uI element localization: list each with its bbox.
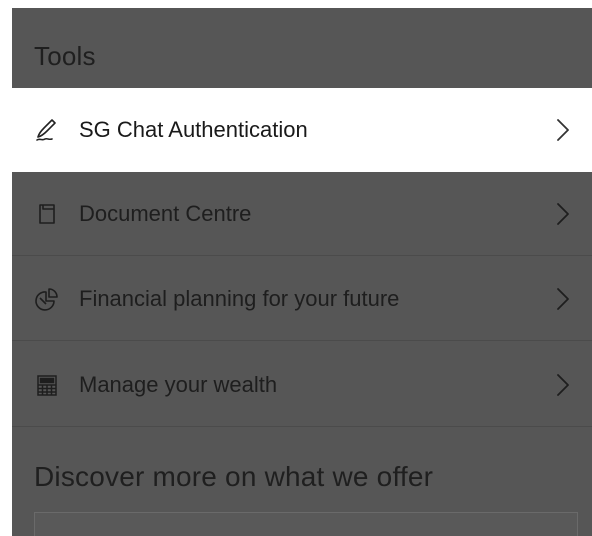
tool-item-sg-chat-authentication[interactable]: SG Chat Authentication xyxy=(12,88,592,172)
offer-card[interactable] xyxy=(34,512,578,536)
tool-item-financial-planning[interactable]: Financial planning for your future xyxy=(12,257,592,341)
tools-panel: Tools SG Chat Authentication Document Ce… xyxy=(12,8,592,536)
signature-icon xyxy=(34,117,60,143)
chevron-right-icon xyxy=(557,202,569,225)
tool-item-label: Manage your wealth xyxy=(79,371,278,397)
document-icon xyxy=(34,201,60,227)
chevron-right-icon xyxy=(557,287,569,310)
tool-item-manage-your-wealth[interactable]: Manage your wealth xyxy=(12,343,592,427)
chevron-right-icon xyxy=(557,119,569,141)
tool-item-label: SG Chat Authentication xyxy=(79,117,308,142)
discover-section-title: Discover more on what we offer xyxy=(34,461,434,492)
pie-chart-icon xyxy=(34,286,60,312)
chevron-right-icon xyxy=(557,373,569,396)
tools-section-title: Tools xyxy=(34,41,96,71)
tool-item-label: Financial planning for your future xyxy=(79,285,400,311)
tool-item-document-centre[interactable]: Document Centre xyxy=(12,172,592,256)
calculator-icon xyxy=(34,372,60,398)
tool-item-label: Document Centre xyxy=(79,200,252,226)
page: Tools SG Chat Authentication Document Ce… xyxy=(0,0,592,536)
